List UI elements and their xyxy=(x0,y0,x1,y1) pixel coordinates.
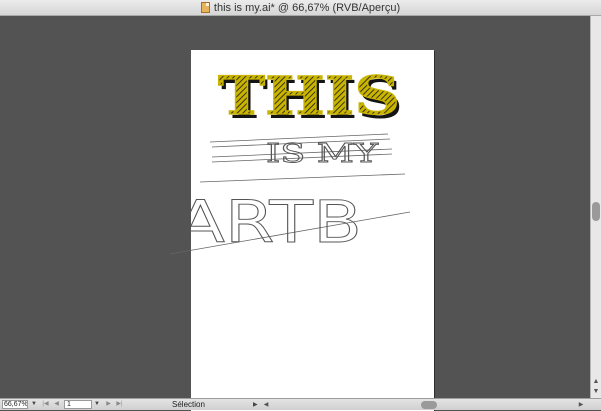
title-line-3: ARTB xyxy=(176,188,362,256)
next-page-icon[interactable]: ▶ xyxy=(104,400,113,409)
scroll-left-icon[interactable]: ◀ xyxy=(262,400,270,410)
window-title: this is my.ai* @ 66,67% (RVB/Aperçu) xyxy=(213,1,401,14)
status-label[interactable]: Sélection xyxy=(172,400,252,410)
horizontal-scrollbar[interactable] xyxy=(271,401,576,409)
previous-page-icon[interactable]: ◀ xyxy=(52,400,61,409)
title-line-1: THIS xyxy=(218,66,400,127)
artwork[interactable]: THIS THIS IS MY ARTB xyxy=(0,16,590,398)
canvas-workspace[interactable]: THIS THIS IS MY ARTB xyxy=(0,16,590,411)
zoom-field[interactable]: 66,67% xyxy=(2,400,28,409)
scroll-up-icon[interactable]: ▲ xyxy=(591,377,601,387)
first-page-icon[interactable]: |◀ xyxy=(41,400,50,409)
status-menu-icon[interactable]: ▶ xyxy=(253,400,261,410)
zoom-dropdown-icon[interactable]: ▼ xyxy=(30,400,38,409)
window-titlebar: this is my.ai* @ 66,67% (RVB/Aperçu) xyxy=(0,0,601,16)
vertical-scrollbar[interactable]: ▲ ▼ xyxy=(590,16,601,398)
horizontal-scroll-thumb[interactable] xyxy=(421,401,437,409)
page-field[interactable]: 1 xyxy=(64,400,92,409)
document-icon xyxy=(200,2,210,13)
page-dropdown-icon[interactable]: ▼ xyxy=(93,400,101,409)
scroll-down-icon[interactable]: ▼ xyxy=(591,387,601,397)
vertical-scroll-thumb[interactable] xyxy=(592,202,600,221)
scroll-right-icon[interactable]: ▶ xyxy=(577,400,585,410)
last-page-icon[interactable]: ▶| xyxy=(115,400,124,409)
status-bar: 66,67% ▼ |◀ ◀ 1 ▼ ▶ ▶| Sélection ▶ ◀ ▶ xyxy=(0,398,601,410)
title-line-2: IS MY xyxy=(266,139,379,169)
